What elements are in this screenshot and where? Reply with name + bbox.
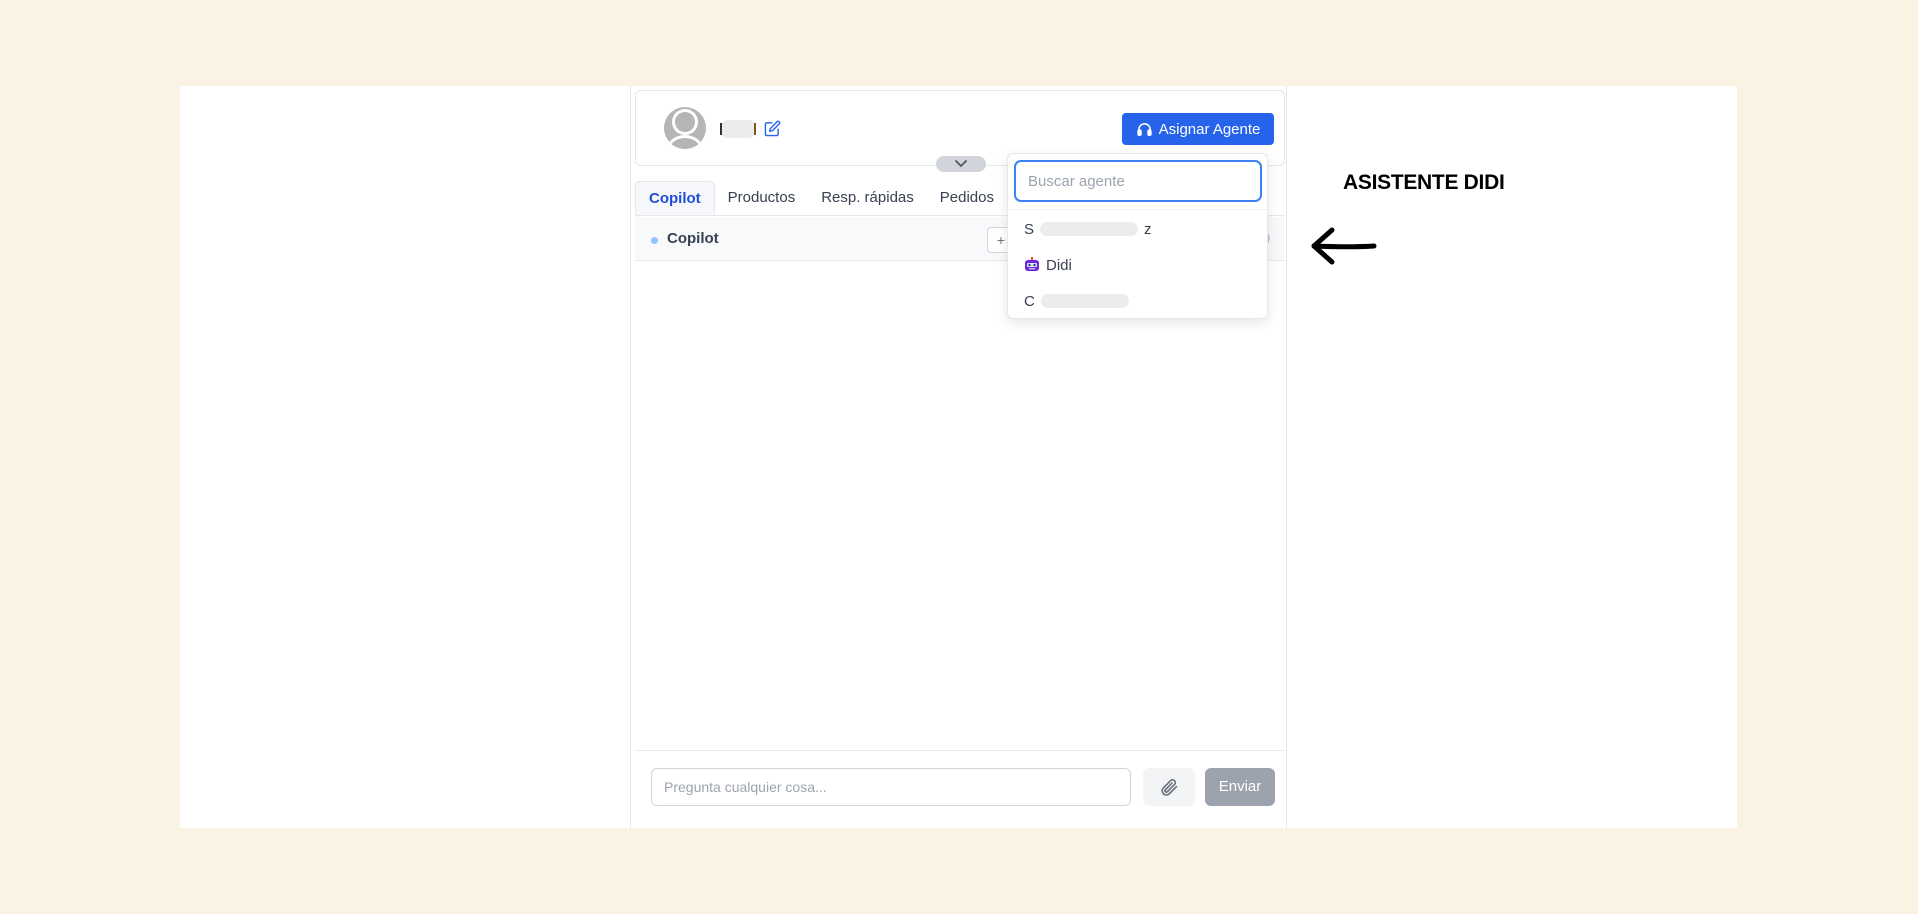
agent-option-didi[interactable]: Didi [1024, 252, 1254, 278]
agent-dropdown: S z Didi C [1007, 153, 1268, 319]
assign-agent-label: Asignar Agente [1158, 120, 1261, 138]
tab-pedidos[interactable]: Pedidos [927, 181, 1007, 215]
redacted-name [1040, 294, 1129, 308]
attach-button[interactable] [1143, 768, 1195, 806]
edit-icon[interactable] [764, 120, 781, 137]
agent-option-label: Didi [1046, 256, 1072, 274]
prompt-input[interactable] [651, 768, 1131, 806]
annotation-label: ASISTENTE DIDI [1343, 171, 1505, 194]
composer: Enviar [635, 750, 1285, 826]
agent-option-initial: S [1024, 220, 1035, 238]
chevron-down-icon [955, 160, 967, 168]
copilot-title: Copilot [667, 230, 719, 247]
agent-option-redacted[interactable]: C [1024, 288, 1254, 314]
tab-resp-rapidas[interactable]: Resp. rápidas [808, 181, 927, 215]
contact-name-redacted [720, 120, 756, 138]
assign-agent-button[interactable]: Asignar Agente [1122, 113, 1274, 145]
redacted-name [1040, 222, 1139, 236]
divider [1008, 209, 1267, 210]
send-button[interactable]: Enviar [1205, 768, 1275, 806]
robot-icon [1025, 257, 1039, 271]
agent-option-suffix: z [1144, 220, 1152, 238]
headset-icon [1136, 122, 1152, 136]
paperclip-icon [1161, 779, 1178, 796]
agent-search-input[interactable] [1014, 160, 1262, 202]
tab-copilot[interactable]: Copilot [635, 181, 715, 215]
tab-productos[interactable]: Productos [715, 181, 809, 215]
avatar [664, 107, 706, 149]
arrow-left-icon [1311, 227, 1377, 265]
agent-option-redacted[interactable]: S z [1024, 216, 1254, 242]
status-dot [651, 237, 658, 244]
agent-option-initial: C [1024, 292, 1035, 310]
collapse-toggle[interactable] [936, 156, 986, 172]
